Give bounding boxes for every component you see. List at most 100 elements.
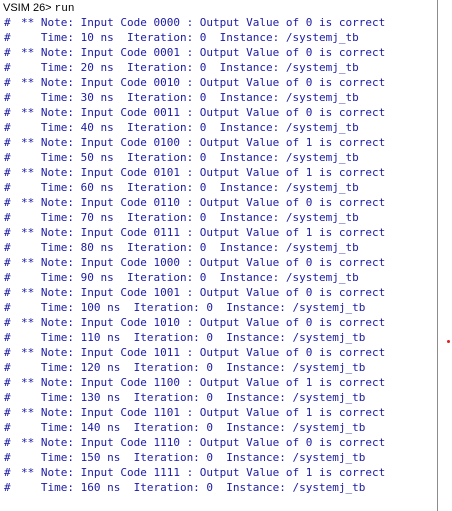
log-line: # Time: 60 ns Iteration: 0 Instance: /sy… xyxy=(0,180,437,195)
log-line: # ** Note: Input Code 0100 : Output Value… xyxy=(0,135,437,150)
log-line: # ** Note: Input Code 0011 : Output Value… xyxy=(0,105,437,120)
log-line: # ** Note: Input Code 1011 : Output Value… xyxy=(0,345,437,360)
log-line-prefix: # xyxy=(4,241,11,254)
log-line-text: Time: 140 ns Iteration: 0 Instance: /sys… xyxy=(21,421,366,434)
log-line-prefix: # xyxy=(4,316,11,329)
log-line: # Time: 140 ns Iteration: 0 Instance: /s… xyxy=(0,420,437,435)
log-line: # Time: 50 ns Iteration: 0 Instance: /sy… xyxy=(0,150,437,165)
log-line: # ** Note: Input Code 1000 : Output Value… xyxy=(0,255,437,270)
log-line-prefix: # xyxy=(4,271,11,284)
log-output: # ** Note: Input Code 0000 : Output Value… xyxy=(0,15,437,495)
log-line-prefix: # xyxy=(4,451,11,464)
log-line: # Time: 120 ns Iteration: 0 Instance: /s… xyxy=(0,360,437,375)
log-line-text: ** Note: Input Code 1000 : Output Value … xyxy=(21,256,386,269)
log-line-text: ** Note: Input Code 0111 : Output Value … xyxy=(21,226,386,239)
log-line-prefix: # xyxy=(4,466,11,479)
prompt-label: VSIM 26> xyxy=(3,2,52,14)
log-line: # ** Note: Input Code 0101 : Output Value… xyxy=(0,165,437,180)
marker-dot xyxy=(447,340,450,343)
log-line-text: ** Note: Input Code 1100 : Output Value … xyxy=(21,376,386,389)
log-line: # Time: 110 ns Iteration: 0 Instance: /s… xyxy=(0,330,437,345)
log-line: # ** Note: Input Code 1100 : Output Value… xyxy=(0,375,437,390)
log-line-prefix: # xyxy=(4,31,11,44)
log-line-text: Time: 160 ns Iteration: 0 Instance: /sys… xyxy=(21,481,366,494)
log-line-text: Time: 110 ns Iteration: 0 Instance: /sys… xyxy=(21,331,366,344)
log-line-text: ** Note: Input Code 0000 : Output Value … xyxy=(21,16,386,29)
log-line-prefix: # xyxy=(4,301,11,314)
log-line-prefix: # xyxy=(4,436,11,449)
log-line-text: ** Note: Input Code 0101 : Output Value … xyxy=(21,166,386,179)
log-line: # ** Note: Input Code 0001 : Output Value… xyxy=(0,45,437,60)
log-line: # ** Note: Input Code 1110 : Output Value… xyxy=(0,435,437,450)
log-line-prefix: # xyxy=(4,151,11,164)
log-line-text: Time: 60 ns Iteration: 0 Instance: /syst… xyxy=(21,181,359,194)
log-line-text: Time: 70 ns Iteration: 0 Instance: /syst… xyxy=(21,211,359,224)
log-line-text: ** Note: Input Code 1101 : Output Value … xyxy=(21,406,386,419)
log-line-prefix: # xyxy=(4,226,11,239)
log-line: # ** Note: Input Code 0111 : Output Value… xyxy=(0,225,437,240)
log-line-text: Time: 120 ns Iteration: 0 Instance: /sys… xyxy=(21,361,366,374)
log-line-prefix: # xyxy=(4,406,11,419)
log-line-text: ** Note: Input Code 0011 : Output Value … xyxy=(21,106,386,119)
log-line-prefix: # xyxy=(4,61,11,74)
log-line-prefix: # xyxy=(4,136,11,149)
log-line-prefix: # xyxy=(4,256,11,269)
log-line-prefix: # xyxy=(4,76,11,89)
log-line: # Time: 30 ns Iteration: 0 Instance: /sy… xyxy=(0,90,437,105)
log-line-prefix: # xyxy=(4,196,11,209)
log-line-prefix: # xyxy=(4,16,11,29)
log-line-prefix: # xyxy=(4,166,11,179)
log-line-text: Time: 10 ns Iteration: 0 Instance: /syst… xyxy=(21,31,359,44)
log-line-prefix: # xyxy=(4,331,11,344)
log-line: # ** Note: Input Code 1001 : Output Value… xyxy=(0,285,437,300)
log-line-prefix: # xyxy=(4,106,11,119)
log-line-text: Time: 40 ns Iteration: 0 Instance: /syst… xyxy=(21,121,359,134)
log-line: # ** Note: Input Code 1010 : Output Value… xyxy=(0,315,437,330)
log-line-prefix: # xyxy=(4,46,11,59)
log-line-text: ** Note: Input Code 0001 : Output Value … xyxy=(21,46,386,59)
log-line: # ** Note: Input Code 0010 : Output Value… xyxy=(0,75,437,90)
log-line-prefix: # xyxy=(4,361,11,374)
log-line-text: ** Note: Input Code 1011 : Output Value … xyxy=(21,346,386,359)
log-line-text: Time: 20 ns Iteration: 0 Instance: /syst… xyxy=(21,61,359,74)
log-line-text: Time: 50 ns Iteration: 0 Instance: /syst… xyxy=(21,151,359,164)
log-line-text: ** Note: Input Code 0110 : Output Value … xyxy=(21,196,386,209)
log-line-text: Time: 100 ns Iteration: 0 Instance: /sys… xyxy=(21,301,366,314)
log-line-prefix: # xyxy=(4,121,11,134)
log-line-text: Time: 130 ns Iteration: 0 Instance: /sys… xyxy=(21,391,366,404)
log-line-text: Time: 150 ns Iteration: 0 Instance: /sys… xyxy=(21,451,366,464)
log-line: # Time: 90 ns Iteration: 0 Instance: /sy… xyxy=(0,270,437,285)
log-line-prefix: # xyxy=(4,391,11,404)
log-line-text: ** Note: Input Code 1001 : Output Value … xyxy=(21,286,386,299)
log-line-text: ** Note: Input Code 1010 : Output Value … xyxy=(21,316,386,329)
log-line: # ** Note: Input Code 1101 : Output Value… xyxy=(0,405,437,420)
log-line-prefix: # xyxy=(4,376,11,389)
log-line-prefix: # xyxy=(4,286,11,299)
log-line-text: ** Note: Input Code 1110 : Output Value … xyxy=(21,436,386,449)
log-line-text: Time: 30 ns Iteration: 0 Instance: /syst… xyxy=(21,91,359,104)
log-line: # Time: 130 ns Iteration: 0 Instance: /s… xyxy=(0,390,437,405)
log-line: # Time: 20 ns Iteration: 0 Instance: /sy… xyxy=(0,60,437,75)
log-line: # ** Note: Input Code 0110 : Output Value… xyxy=(0,195,437,210)
log-line: # Time: 160 ns Iteration: 0 Instance: /s… xyxy=(0,480,437,495)
log-line: # Time: 70 ns Iteration: 0 Instance: /sy… xyxy=(0,210,437,225)
transcript-pane[interactable]: VSIM 26> run # ** Note: Input Code 0000 :… xyxy=(0,0,438,511)
log-line-prefix: # xyxy=(4,91,11,104)
log-line-prefix: # xyxy=(4,421,11,434)
log-line: # Time: 80 ns Iteration: 0 Instance: /sy… xyxy=(0,240,437,255)
command-prompt-line[interactable]: VSIM 26> run xyxy=(0,2,437,15)
log-line-text: ** Note: Input Code 0100 : Output Value … xyxy=(21,136,386,149)
log-line: # Time: 10 ns Iteration: 0 Instance: /sy… xyxy=(0,30,437,45)
log-line-text: Time: 80 ns Iteration: 0 Instance: /syst… xyxy=(21,241,359,254)
prompt-command: run xyxy=(54,3,75,15)
log-line-prefix: # xyxy=(4,481,11,494)
log-line: # Time: 150 ns Iteration: 0 Instance: /s… xyxy=(0,450,437,465)
log-line-prefix: # xyxy=(4,181,11,194)
log-line: # Time: 40 ns Iteration: 0 Instance: /sy… xyxy=(0,120,437,135)
log-line: # ** Note: Input Code 1111 : Output Value… xyxy=(0,465,437,480)
log-line: # Time: 100 ns Iteration: 0 Instance: /s… xyxy=(0,300,437,315)
log-line: # ** Note: Input Code 0000 : Output Value… xyxy=(0,15,437,30)
log-line-prefix: # xyxy=(4,346,11,359)
log-line-text: Time: 90 ns Iteration: 0 Instance: /syst… xyxy=(21,271,359,284)
log-line-prefix: # xyxy=(4,211,11,224)
